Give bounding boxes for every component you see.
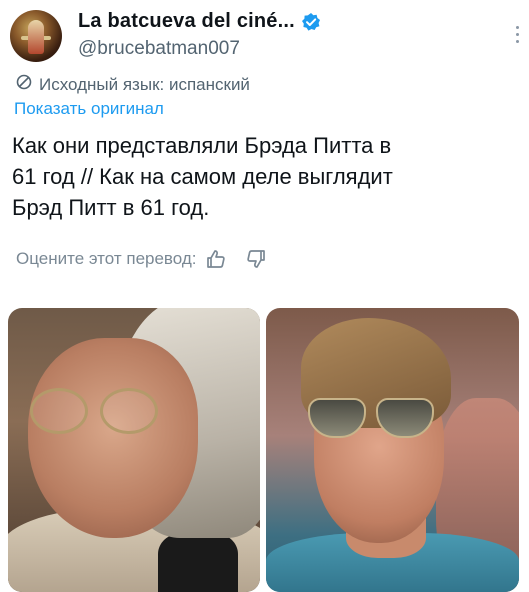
translation-info: Исходный язык: испанский	[16, 74, 250, 95]
thumbs-down-icon[interactable]	[245, 249, 267, 269]
glasses-icon	[30, 388, 88, 434]
tweet-text-line: 61 год // Как на самом деле выглядит	[12, 164, 393, 189]
author-display-name[interactable]: La batcueva del ciné...	[78, 10, 295, 33]
source-language-label: Исходный язык: испанский	[39, 74, 250, 94]
glasses-icon	[100, 388, 158, 434]
verified-badge-icon	[301, 12, 321, 32]
photo-right[interactable]	[266, 308, 519, 592]
author-name-row[interactable]: La batcueva del ciné...	[78, 10, 321, 33]
rate-translation-row: Оцените этот перевод:	[16, 249, 267, 269]
avatar-figure	[28, 20, 44, 54]
thumbs-up-icon[interactable]	[205, 249, 227, 269]
author-avatar[interactable]	[10, 10, 62, 62]
photo-left-face	[28, 338, 198, 538]
author-handle[interactable]: @brucebatman007	[78, 38, 240, 60]
tweet-text-line: Брэд Питт в 61 год.	[12, 195, 210, 220]
show-original-link[interactable]: Показать оригинал	[14, 99, 164, 119]
rate-translation-label: Оцените этот перевод:	[16, 249, 197, 268]
more-vertical-icon[interactable]	[514, 24, 520, 46]
tweet-header: La batcueva del ciné... @brucebatman007	[10, 4, 520, 64]
globe-slash-icon	[16, 74, 32, 95]
photo-left-sweater	[158, 533, 238, 592]
photo-left[interactable]	[8, 308, 260, 592]
tweet-text-line: Как они представляли Брэда Питта в	[12, 133, 392, 158]
tweet-text: Как они представляли Брэда Питта в 61 го…	[12, 130, 517, 223]
